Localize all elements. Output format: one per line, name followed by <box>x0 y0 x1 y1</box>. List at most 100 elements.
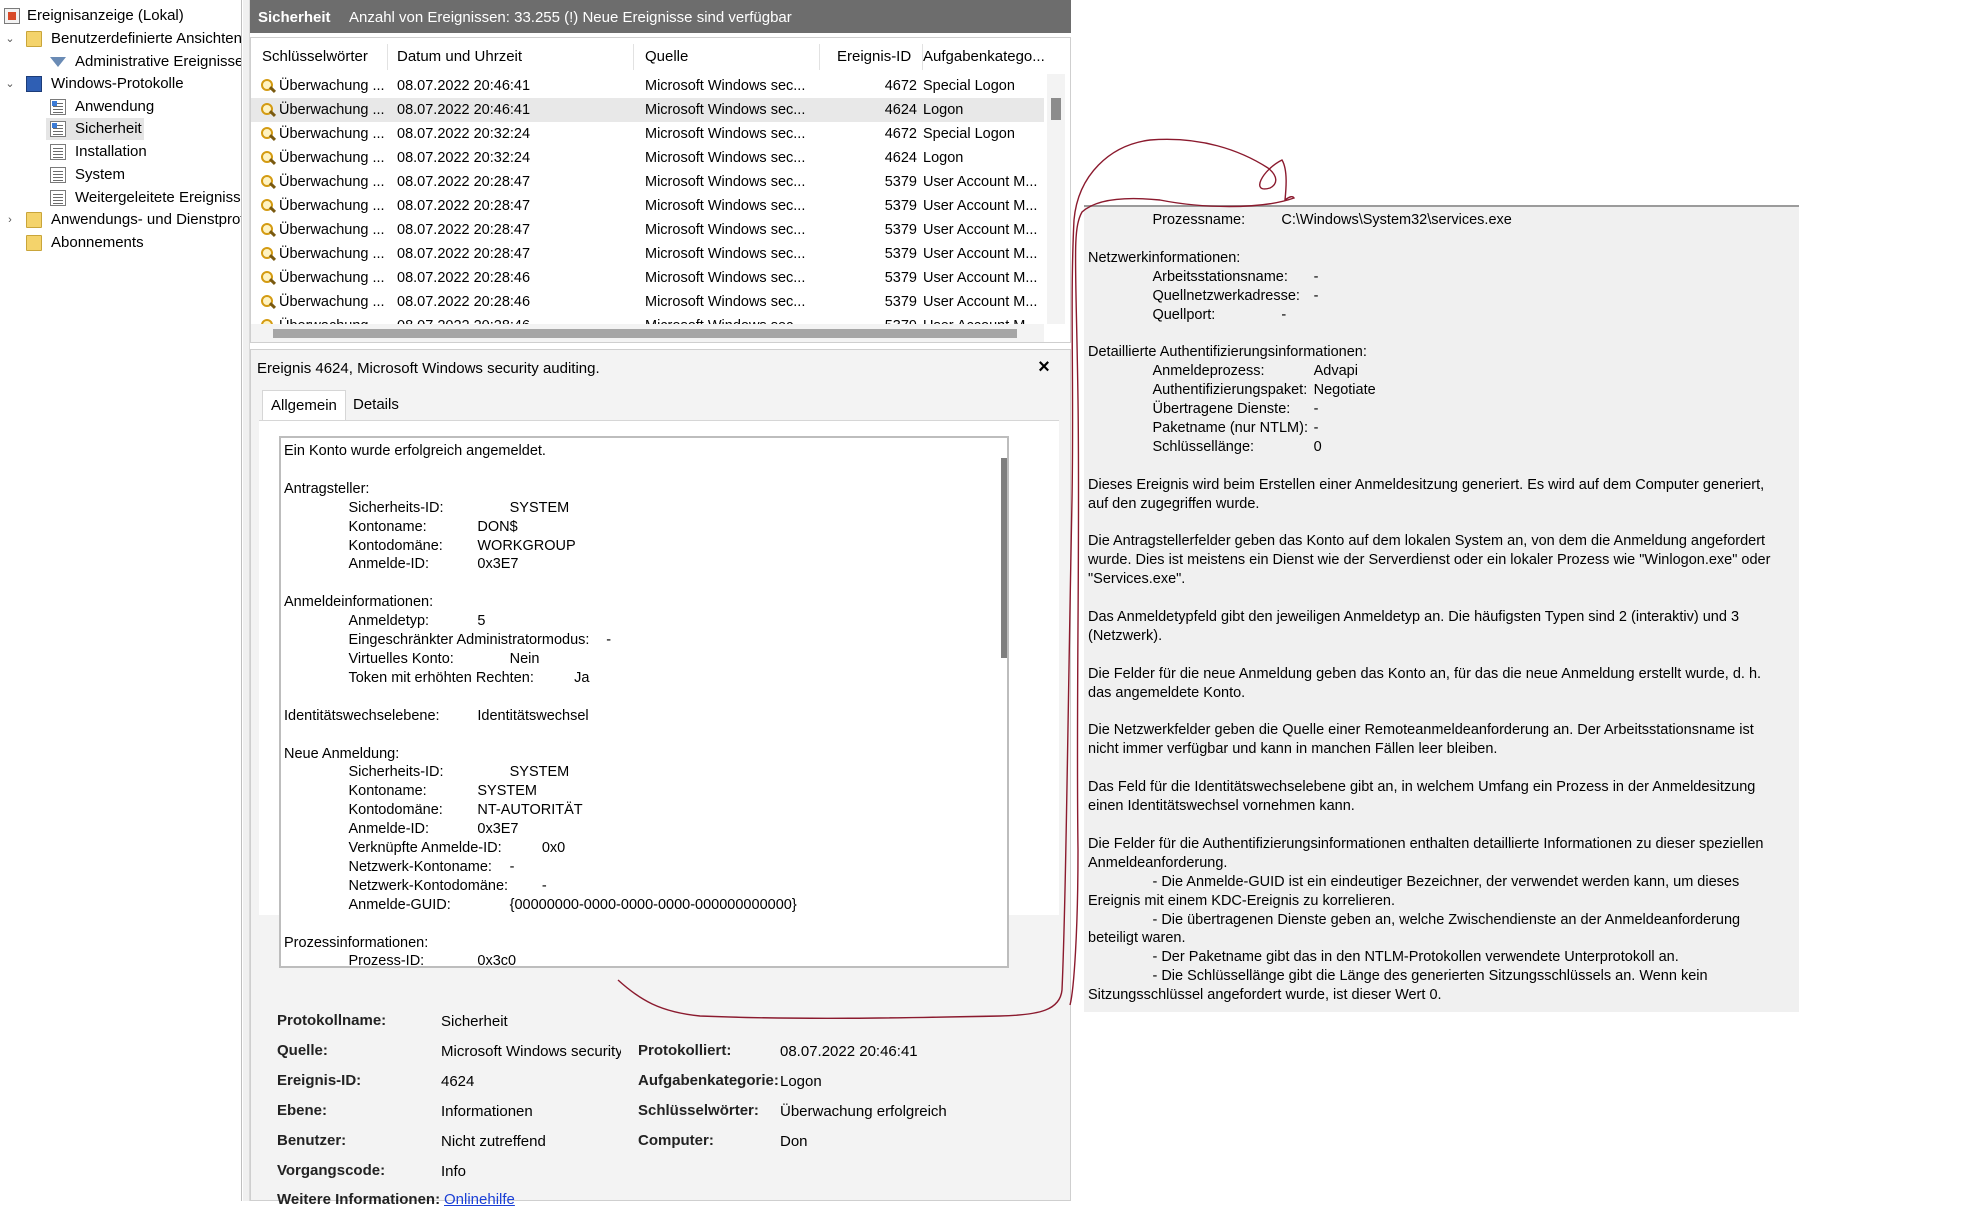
cell-task-category: User Account M... <box>923 222 1038 238</box>
description-text: Ein Konto wurde erfolgreich angemeldet. … <box>284 443 797 968</box>
tree-item-label: Installation <box>75 143 147 160</box>
chevron-down-icon[interactable]: ⌄ <box>4 28 16 50</box>
splitter[interactable] <box>243 0 250 1201</box>
cell-event-id: 5379 <box>884 222 917 238</box>
tree-item-label: Abonnements <box>51 234 144 251</box>
column-header-source[interactable]: Quelle <box>645 44 688 70</box>
table-row[interactable]: Überwachung ... 08.07.2022 20:28:47 Micros… <box>251 218 1044 242</box>
table-row[interactable]: Überwachung ... 08.07.2022 20:32:24 Micros… <box>251 122 1044 146</box>
event-description[interactable]: Ein Konto wurde erfolgreich angemeldet. … <box>279 436 1009 968</box>
tree-item-administrative-events[interactable]: Administrative Ereignisse <box>0 51 241 73</box>
cell-date: 08.07.2022 20:28:46 <box>397 270 531 286</box>
event-list[interactable]: Schlüsselwörter Datum und Uhrzeit Quelle… <box>250 37 1071 343</box>
label-log-name: Protokollname: <box>277 1012 387 1029</box>
cell-event-id: 4624 <box>884 150 917 166</box>
cell-task-category: Logon <box>923 150 964 166</box>
event-count: Anzahl von Ereignissen: 33.255 (!) Neue … <box>349 9 792 26</box>
tree-item-windows-logs[interactable]: ⌄ Windows-Protokolle <box>0 73 241 95</box>
cell-date: 08.07.2022 20:28:46 <box>397 294 531 310</box>
cell-event-id: 4672 <box>884 78 917 94</box>
event-viewer-icon <box>4 8 20 24</box>
tree-item-application[interactable]: Anwendung <box>0 96 241 118</box>
scroll-thumb[interactable] <box>273 329 1017 338</box>
value-logged: 08.07.2022 20:46:41 <box>780 1043 918 1060</box>
cell-source: Microsoft Windows sec... <box>645 150 806 166</box>
column-header-event-id[interactable]: Ereignis-ID <box>837 44 911 70</box>
cell-task-category: Logon <box>923 102 964 118</box>
audit-key-icon <box>259 102 277 118</box>
chevron-down-icon[interactable]: ⌄ <box>4 73 16 95</box>
table-row[interactable]: Überwachung ... 08.07.2022 20:28:47 Micros… <box>251 194 1044 218</box>
cell-source: Microsoft Windows sec... <box>645 222 806 238</box>
cell-keywords: Überwachung ... <box>279 174 385 190</box>
cell-date: 08.07.2022 20:32:24 <box>397 150 531 166</box>
cell-task-category: User Account M... <box>923 270 1038 286</box>
label-keywords: Schlüsselwörter: <box>638 1102 759 1119</box>
tree-item-forwarded-events[interactable]: Weitergeleitete Ereignisse <box>0 187 241 209</box>
value-keywords: Überwachung erfolgreich <box>780 1103 947 1120</box>
detail-title: Ereignis 4624, Microsoft Windows securit… <box>257 360 600 377</box>
tree-item-label: Administrative Ereignisse <box>75 53 242 70</box>
cell-date: 08.07.2022 20:32:24 <box>397 126 531 142</box>
table-row[interactable]: Überwachung ... 08.07.2022 20:28:46 Micros… <box>251 266 1044 290</box>
tree-item-label: System <box>75 166 126 183</box>
tab-general[interactable]: Allgemein <box>262 390 346 421</box>
table-row[interactable]: Überwachung ... 08.07.2022 20:28:46 Micros… <box>251 290 1044 314</box>
cell-source: Microsoft Windows sec... <box>645 198 806 214</box>
cell-event-id: 4672 <box>884 126 917 142</box>
folder-icon <box>26 235 42 251</box>
audit-key-icon <box>259 222 277 238</box>
tree-item-label: Anwendung <box>75 98 155 115</box>
cell-keywords: Überwachung ... <box>279 78 385 94</box>
log-name: Sicherheit <box>258 9 331 26</box>
audit-key-icon <box>259 126 277 142</box>
value-event-id: 4624 <box>441 1073 475 1090</box>
audit-key-icon <box>259 174 277 190</box>
table-row[interactable]: Überwachung ... 08.07.2022 20:28:47 Micros… <box>251 170 1044 194</box>
audit-key-icon <box>259 270 277 286</box>
folder-icon <box>26 31 42 47</box>
log-icon <box>50 190 66 206</box>
expanded-description-text: Prozessname: C:\Windows\System32\service… <box>1088 212 1771 1004</box>
column-header-keywords[interactable]: Schlüsselwörter <box>262 44 368 70</box>
cell-event-id: 5379 <box>884 174 917 190</box>
label-logged: Protokolliert: <box>638 1042 732 1059</box>
tree-item-security[interactable]: Sicherheit <box>46 118 144 140</box>
online-help-link[interactable]: Onlinehilfe <box>444 1191 515 1208</box>
vertical-scrollbar[interactable] <box>1047 74 1065 324</box>
cell-event-id: 5379 <box>884 270 917 286</box>
chevron-right-icon[interactable]: › <box>4 209 16 231</box>
column-header-task-category[interactable]: Aufgabenkatego... <box>923 44 1045 70</box>
tree-item-app-service-logs[interactable]: › Anwendungs- und Dienstprotokolle <box>0 209 241 231</box>
tree-item-system[interactable]: System <box>0 164 241 186</box>
log-icon <box>50 99 66 115</box>
cell-task-category: User Account M... <box>923 198 1038 214</box>
cell-keywords: Überwachung ... <box>279 294 385 310</box>
horizontal-scrollbar[interactable] <box>251 324 1044 342</box>
cell-date: 08.07.2022 20:46:41 <box>397 102 531 118</box>
tree-item-event-viewer[interactable]: Ereignisanzeige (Lokal) <box>0 5 241 27</box>
audit-key-icon <box>259 246 277 262</box>
tree-item-setup[interactable]: Installation <box>0 141 241 163</box>
log-icon <box>50 121 66 137</box>
navigation-tree[interactable]: Ereignisanzeige (Lokal) ⌄ Benutzerdefini… <box>0 0 242 1201</box>
tree-item-subscriptions[interactable]: Abonnements <box>0 232 241 254</box>
tree-item-label: Windows-Protokolle <box>51 75 184 92</box>
table-row[interactable]: Überwachung ... 08.07.2022 20:32:24 Micros… <box>251 146 1044 170</box>
tree-item-custom-views[interactable]: ⌄ Benutzerdefinierte Ansichten <box>0 28 241 50</box>
label-source: Quelle: <box>277 1042 328 1059</box>
table-row[interactable]: Überwachung ... 08.07.2022 20:46:41 Micros… <box>251 74 1044 98</box>
tree-item-label: Weitergeleitete Ereignisse <box>75 189 242 206</box>
table-row[interactable]: Überwachung ... 08.07.2022 20:28:47 Micros… <box>251 242 1044 266</box>
scroll-thumb[interactable] <box>1051 98 1061 120</box>
column-header-date[interactable]: Datum und Uhrzeit <box>397 44 522 70</box>
scroll-thumb[interactable] <box>1001 458 1007 658</box>
table-row[interactable]: Überwachung ... 08.07.2022 20:46:41 Micros… <box>251 98 1044 122</box>
cell-task-category: User Account M... <box>923 294 1038 310</box>
tree-item-label: Ereignisanzeige (Lokal) <box>27 7 184 24</box>
expanded-description-panel: Prozessname: C:\Windows\System32\service… <box>1084 205 1799 1012</box>
label-event-id: Ereignis-ID: <box>277 1072 362 1089</box>
close-icon[interactable]: × <box>1032 355 1056 379</box>
tab-details[interactable]: Details <box>345 390 407 420</box>
cell-task-category: User Account M... <box>923 246 1038 262</box>
